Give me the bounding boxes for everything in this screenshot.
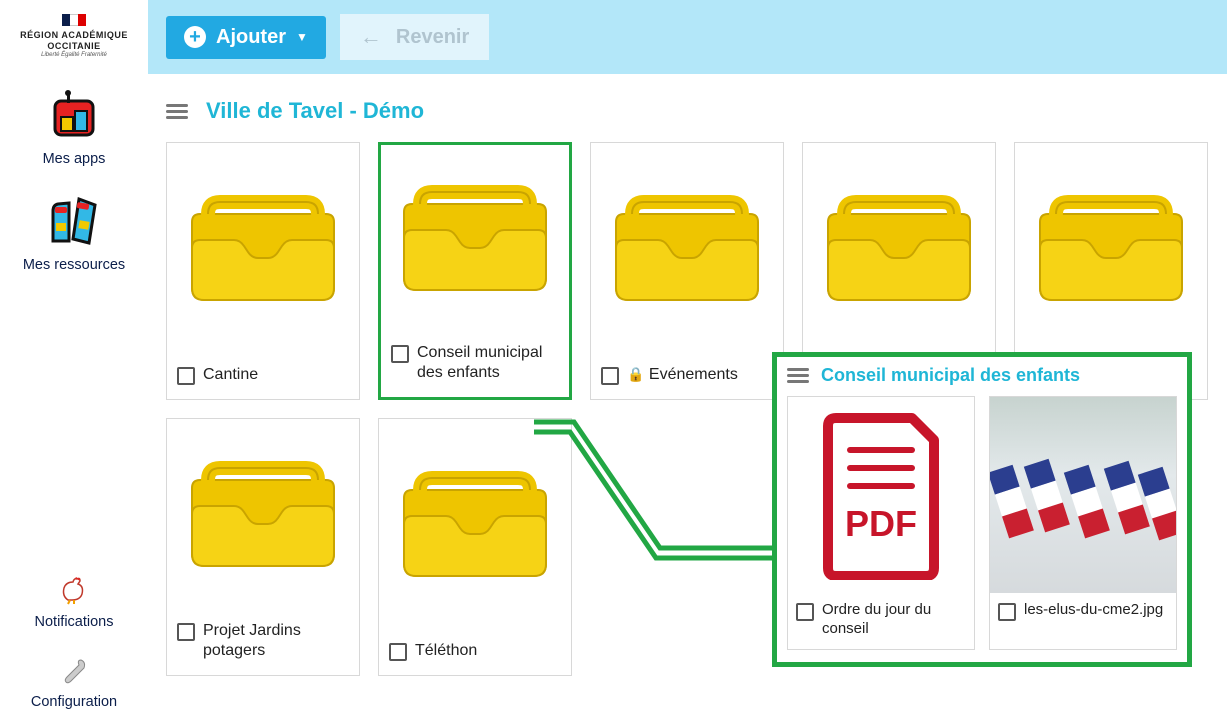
wrench-icon xyxy=(59,656,89,686)
back-button[interactable]: ← Revenir xyxy=(340,14,489,60)
pdf-thumb: PDF xyxy=(788,397,974,593)
back-button-label: Revenir xyxy=(396,26,469,49)
folder-icon xyxy=(1036,194,1186,304)
file-card-image[interactable]: les-elus-du-cme2.jpg xyxy=(989,396,1177,650)
folder-icon xyxy=(188,194,338,304)
sidebar-item-resources[interactable]: Mes ressources xyxy=(23,193,125,273)
folder-label: Téléthon xyxy=(415,641,477,661)
folder-thumb xyxy=(167,143,359,355)
svg-text:PDF: PDF xyxy=(845,503,917,544)
logo-motto: Liberté Égalité Fraternité xyxy=(20,52,128,59)
sidebar: RÉGION ACADÉMIQUE OCCITANIE Liberté Égal… xyxy=(0,0,148,724)
logo-line1: RÉGION ACADÉMIQUE xyxy=(20,30,128,41)
folder-card[interactable]: Cantine xyxy=(166,142,360,400)
folder-icon xyxy=(824,194,974,304)
checkbox[interactable] xyxy=(389,643,407,661)
sidebar-item-notifications[interactable]: Notifications xyxy=(31,574,117,630)
folder-card[interactable]: Téléthon xyxy=(378,418,572,676)
folder-thumb xyxy=(591,143,783,355)
folder-thumb xyxy=(167,419,359,611)
resources-icon xyxy=(45,193,103,249)
toolbar: + Ajouter ▼ ← Revenir xyxy=(148,0,1227,74)
image-thumb xyxy=(990,397,1176,593)
checkbox[interactable] xyxy=(796,603,814,621)
folder-icon xyxy=(188,460,338,570)
checkbox[interactable] xyxy=(177,367,195,385)
folder-icon xyxy=(612,194,762,304)
sidebar-item-label: Notifications xyxy=(35,614,114,630)
rooster-icon xyxy=(58,574,90,606)
file-label: les-elus-du-cme2.jpg xyxy=(1024,601,1163,620)
file-label: Ordre du jour du conseil xyxy=(822,601,966,639)
sidebar-bottom: Notifications Configuration xyxy=(31,574,117,714)
add-button[interactable]: + Ajouter ▼ xyxy=(166,16,326,59)
popup-grid: PDF Ordre du jour du conseil les xyxy=(787,396,1177,650)
checkbox[interactable] xyxy=(601,367,619,385)
french-flag-icon xyxy=(59,14,89,26)
sidebar-item-apps[interactable]: Mes apps xyxy=(43,89,106,167)
pdf-icon: PDF xyxy=(816,410,946,580)
checkbox[interactable] xyxy=(998,603,1016,621)
sidebar-item-label: Mes ressources xyxy=(23,257,125,273)
checkbox[interactable] xyxy=(391,345,409,363)
folder-icon xyxy=(400,184,550,294)
folder-thumb xyxy=(381,145,569,333)
chevron-down-icon: ▼ xyxy=(296,30,308,44)
folder-thumb xyxy=(1015,143,1207,355)
logo: RÉGION ACADÉMIQUE OCCITANIE Liberté Égal… xyxy=(20,14,128,59)
folder-label: 🔒 Evénements xyxy=(627,365,738,385)
folder-icon xyxy=(400,470,550,580)
apps-icon xyxy=(47,89,101,143)
arrow-left-icon: ← xyxy=(360,24,382,50)
folder-label: Projet Jardins potagers xyxy=(203,621,349,661)
folder-label: Conseil municipal des enfants xyxy=(417,343,559,383)
folder-thumb xyxy=(379,419,571,631)
breadcrumb: Ville de Tavel - Démo xyxy=(148,74,1227,142)
folder-preview-popup: Conseil municipal des enfants PDF Ordre … xyxy=(772,352,1192,667)
menu-icon[interactable] xyxy=(166,101,188,122)
folder-thumb xyxy=(803,143,995,355)
folder-label: Cantine xyxy=(203,365,258,385)
sidebar-item-configuration[interactable]: Configuration xyxy=(31,656,117,710)
folder-card[interactable]: 🔒 Evénements xyxy=(590,142,784,400)
file-card-pdf[interactable]: PDF Ordre du jour du conseil xyxy=(787,396,975,650)
add-button-label: Ajouter xyxy=(216,26,286,49)
sidebar-item-label: Configuration xyxy=(31,694,117,710)
folder-card[interactable]: Projet Jardins potagers xyxy=(166,418,360,676)
plus-icon: + xyxy=(184,26,206,48)
logo-line2: OCCITANIE xyxy=(20,41,128,52)
lock-icon: 🔒 xyxy=(627,366,644,382)
page-title: Ville de Tavel - Démo xyxy=(206,98,424,124)
checkbox[interactable] xyxy=(177,623,195,641)
folder-card[interactable]: Conseil municipal des enfants xyxy=(378,142,572,400)
photo-placeholder xyxy=(990,397,1176,593)
menu-icon[interactable] xyxy=(787,365,809,386)
popup-title: Conseil municipal des enfants xyxy=(821,365,1080,386)
popup-header: Conseil municipal des enfants xyxy=(787,365,1177,386)
sidebar-item-label: Mes apps xyxy=(43,151,106,167)
